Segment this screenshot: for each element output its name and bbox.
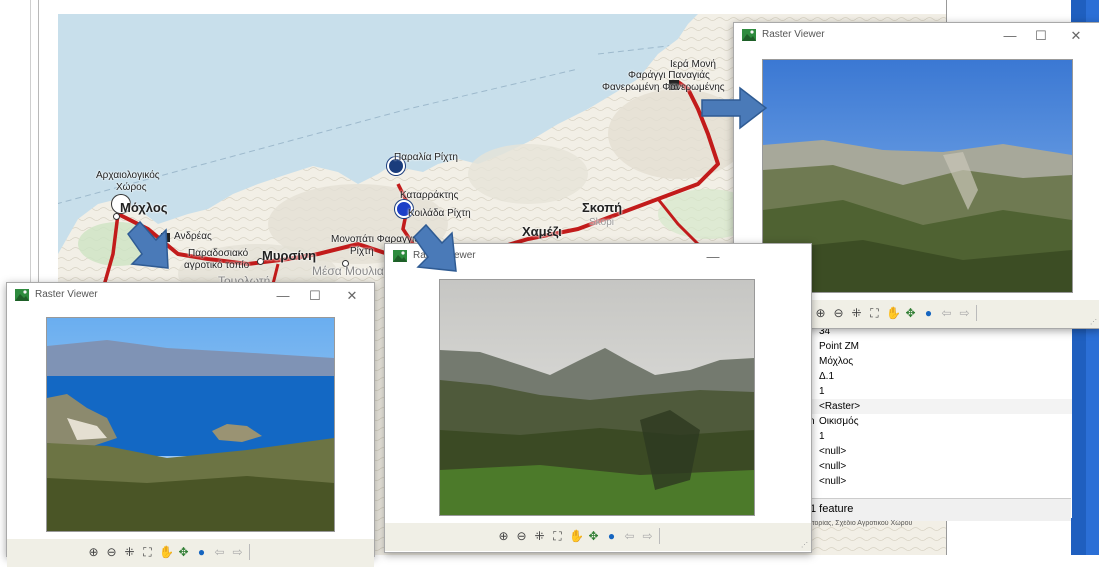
back-icon[interactable]: ⇦ — [213, 545, 226, 559]
toolbar-separator — [976, 305, 977, 321]
globe-icon[interactable]: ● — [195, 545, 208, 559]
viewer-toolbar: ⊕ ⊖ ⁜ ⛶ ✋ ✥ ● ⇦ ⇨ ⋰ — [385, 523, 811, 551]
zoom-in-icon[interactable]: ⊕ — [814, 306, 827, 320]
resize-grip-icon[interactable]: ⋰ — [1090, 318, 1098, 326]
label-agrotiko: αγροτικό τοπίο — [184, 260, 250, 271]
full-extent-icon[interactable]: ✥ — [587, 529, 600, 543]
back-icon[interactable]: ⇦ — [623, 529, 636, 543]
full-extent-icon[interactable]: ✥ — [904, 306, 917, 320]
maximize-button[interactable]: ☐ — [1027, 26, 1055, 46]
pan-icon[interactable]: ✋ — [159, 545, 174, 559]
raster-image[interactable] — [439, 279, 755, 516]
resize-grip-icon[interactable]: ⋰ — [801, 541, 809, 549]
table-row[interactable]: Δ.1 — [807, 369, 1072, 384]
arrow-to-valley-photo-icon — [413, 223, 457, 272]
table-row[interactable]: nΟικισμός — [807, 414, 1072, 429]
label-paralia: Παραλία Ρίχτη — [394, 152, 458, 163]
toolbar-separator — [659, 528, 660, 544]
globe-icon[interactable]: ● — [605, 529, 618, 543]
attribute-table: 34 Point ZM Μόχλος Δ.1 1 <Raster> nΟικισ… — [806, 318, 1072, 518]
full-extent-icon[interactable]: ✥ — [177, 545, 190, 559]
feature-count: 1 feature — [810, 503, 854, 515]
fixed-zoom-in-icon[interactable]: ⁜ — [850, 306, 863, 320]
forward-icon[interactable]: ⇨ — [231, 545, 244, 559]
label-mochlos: Μόχλος — [120, 200, 168, 215]
viewer-toolbar: ⊕ ⊖ ⁜ ⛶ ✋ ✥ ● ⇦ ⇨ — [7, 539, 374, 567]
toolbar-separator — [249, 544, 250, 560]
close-button[interactable]: ✕ — [338, 286, 366, 306]
table-row[interactable]: 1 — [807, 384, 1072, 399]
zoom-in-icon[interactable]: ⊕ — [497, 529, 510, 543]
raster-viewer-window-2[interactable]: Raster Viewer — ☐ ✕ ⊕ ⊖ ⁜ ⛶ ✋ ✥ ● ⇦ ⇨ — [6, 282, 375, 567]
table-row[interactable]: <null> — [807, 459, 1072, 474]
arrow-to-monastery-photo-icon — [701, 86, 768, 130]
label-katarraktis: Καταρράκτης — [400, 190, 459, 201]
zoom-out-icon[interactable]: ⊖ — [832, 306, 845, 320]
valley-mountains-photo — [440, 280, 754, 515]
raster-viewer-window-3[interactable]: Raster Viewer — ⊕ ⊖ ⁜ ⛶ ✋ ✥ ● ⇦ ⇨ ⋰ — [384, 243, 812, 553]
mochlos-point-icon[interactable] — [113, 213, 120, 220]
table-row[interactable]: <null> — [807, 444, 1072, 459]
globe-icon[interactable]: ● — [922, 306, 935, 320]
title-bar[interactable]: Raster Viewer — ☐ ✕ — [7, 283, 374, 309]
table-row[interactable]: 1 — [807, 429, 1072, 444]
label-skopi-latin: Skopi — [589, 217, 615, 228]
label-skopi: Σκοπή — [582, 200, 623, 215]
minimize-button[interactable]: — — [269, 286, 297, 306]
table-row[interactable]: <Raster> — [807, 399, 1072, 414]
title-bar[interactable]: Raster Viewer — ☐ ✕ — [734, 23, 1099, 49]
arrow-to-mochlos-photo-icon — [127, 220, 169, 269]
fixed-zoom-in-icon[interactable]: ⁜ — [123, 545, 136, 559]
fixed-zoom-out-icon[interactable]: ⛶ — [551, 529, 564, 543]
zoom-in-icon[interactable]: ⊕ — [87, 545, 100, 559]
maximize-button[interactable]: ☐ — [301, 286, 329, 306]
table-row[interactable]: Point ZM — [807, 339, 1072, 354]
raster-viewer-icon — [742, 29, 756, 41]
label-xamezi: Χαμέζι — [522, 224, 562, 239]
close-button[interactable]: ✕ — [1062, 26, 1090, 46]
zoom-out-icon[interactable]: ⊖ — [515, 529, 528, 543]
minimize-button[interactable]: — — [699, 247, 727, 267]
forward-icon[interactable]: ⇨ — [958, 306, 971, 320]
raster-viewer-icon — [393, 250, 407, 262]
window-title: Raster Viewer — [35, 289, 98, 300]
label-archaiologikos: Αρχαιολογικός — [96, 170, 160, 181]
forward-icon[interactable]: ⇨ — [641, 529, 654, 543]
label-koilada: Κοιλάδα Ρίχτη — [408, 208, 471, 219]
minimize-button[interactable]: — — [996, 26, 1024, 46]
table-row[interactable]: <null> — [807, 474, 1072, 489]
raster-image[interactable] — [46, 317, 335, 532]
label-paradosiako: Παραδοσιακό — [188, 248, 249, 259]
window-title: Raster Viewer — [762, 29, 825, 40]
fixed-zoom-in-icon[interactable]: ⁜ — [533, 529, 546, 543]
fixed-zoom-out-icon[interactable]: ⛶ — [141, 545, 154, 559]
sea-bay-photo — [47, 318, 334, 531]
label-myrsini: Μυρσίνη — [262, 248, 317, 263]
zoom-out-icon[interactable]: ⊖ — [105, 545, 118, 559]
label-androeas: Ανδρέας — [174, 231, 212, 242]
attribute-footnote: ιστορίας, Σχέδιο Αγροτικού Χώρου — [806, 520, 913, 527]
label-moni: Ιερά Μονή — [670, 59, 716, 70]
pan-icon[interactable]: ✋ — [569, 529, 584, 543]
label-xoros: Χώρος — [116, 182, 147, 193]
label-farangi: Φαράγγι Παναγιάς — [628, 70, 710, 81]
pan-icon[interactable]: ✋ — [886, 306, 901, 320]
label-monopati2: Ρίχτη — [350, 246, 374, 257]
fixed-zoom-out-icon[interactable]: ⛶ — [868, 306, 881, 320]
feature-count-bar: 1 feature — [806, 498, 1071, 521]
raster-viewer-icon — [15, 289, 29, 301]
back-icon[interactable]: ⇦ — [940, 306, 953, 320]
table-row[interactable]: Μόχλος — [807, 354, 1072, 369]
